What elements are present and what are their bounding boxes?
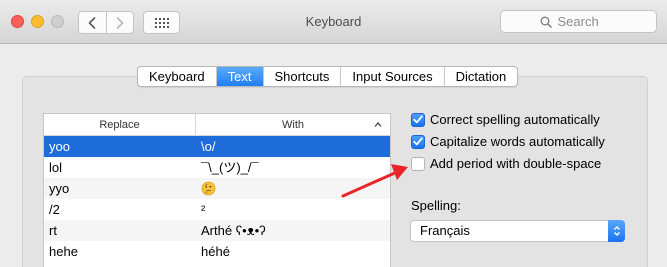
tab-input-sources[interactable]: Input Sources: [340, 67, 443, 86]
title-bar: Keyboard: [0, 0, 667, 44]
spelling-language-select[interactable]: Français: [410, 220, 625, 242]
capitalize-words-option[interactable]: Capitalize words automatically: [411, 134, 605, 149]
add-period-option[interactable]: Add period with double-space: [411, 156, 601, 171]
correct-spelling-option[interactable]: Correct spelling automatically: [411, 112, 600, 127]
search-field[interactable]: [500, 10, 657, 33]
correct-spelling-label: Correct spelling automatically: [430, 112, 600, 127]
replace-cell: lol: [49, 160, 63, 175]
capitalize-words-label: Capitalize words automatically: [430, 134, 605, 149]
tab-shortcuts[interactable]: Shortcuts: [262, 67, 341, 86]
correct-spelling-checkbox[interactable]: [411, 112, 425, 127]
replace-cell: /2: [49, 202, 60, 217]
search-input[interactable]: [557, 14, 618, 29]
red-arrow-icon: [341, 164, 408, 198]
capitalize-words-checkbox[interactable]: [411, 134, 425, 149]
table-row[interactable]: rt Arthé ʕ•ᴥ•ʔ: [44, 220, 390, 241]
replace-cell: hehe: [49, 244, 78, 259]
with-cell: \o/: [201, 139, 216, 154]
search-icon: [540, 16, 552, 28]
tab-keyboard[interactable]: Keyboard: [138, 67, 216, 86]
checkmark-icon: [413, 115, 423, 124]
column-header-with[interactable]: With: [196, 114, 390, 135]
table-row[interactable]: yoo \o/: [44, 136, 390, 157]
thinking-face-emoji-icon: [201, 181, 216, 196]
replace-cell: yoo: [49, 139, 70, 154]
with-cell: héhé: [201, 244, 230, 259]
table-row[interactable]: hehe héhé: [44, 241, 390, 262]
replace-cell: rt: [49, 223, 57, 238]
tab-bar: Keyboard Text Shortcuts Input Sources Di…: [137, 66, 519, 87]
spelling-language-value: Français: [420, 223, 470, 238]
add-period-checkbox[interactable]: [411, 156, 425, 171]
chevron-up-icon: [374, 122, 382, 127]
checkmark-icon: [413, 137, 423, 146]
popup-arrows-icon: [608, 220, 625, 242]
replace-cell: yyo: [49, 181, 70, 196]
table-header: Replace With: [44, 114, 390, 136]
tab-text[interactable]: Text: [215, 67, 263, 86]
add-period-label: Add period with double-space: [430, 156, 602, 171]
with-cell: Arthé ʕ•ᴥ•ʔ: [201, 223, 266, 238]
spelling-label: Spelling:: [411, 198, 461, 213]
column-header-replace[interactable]: Replace: [44, 114, 196, 135]
column-header-with-label: With: [282, 119, 304, 131]
tab-dictation[interactable]: Dictation: [443, 67, 518, 86]
